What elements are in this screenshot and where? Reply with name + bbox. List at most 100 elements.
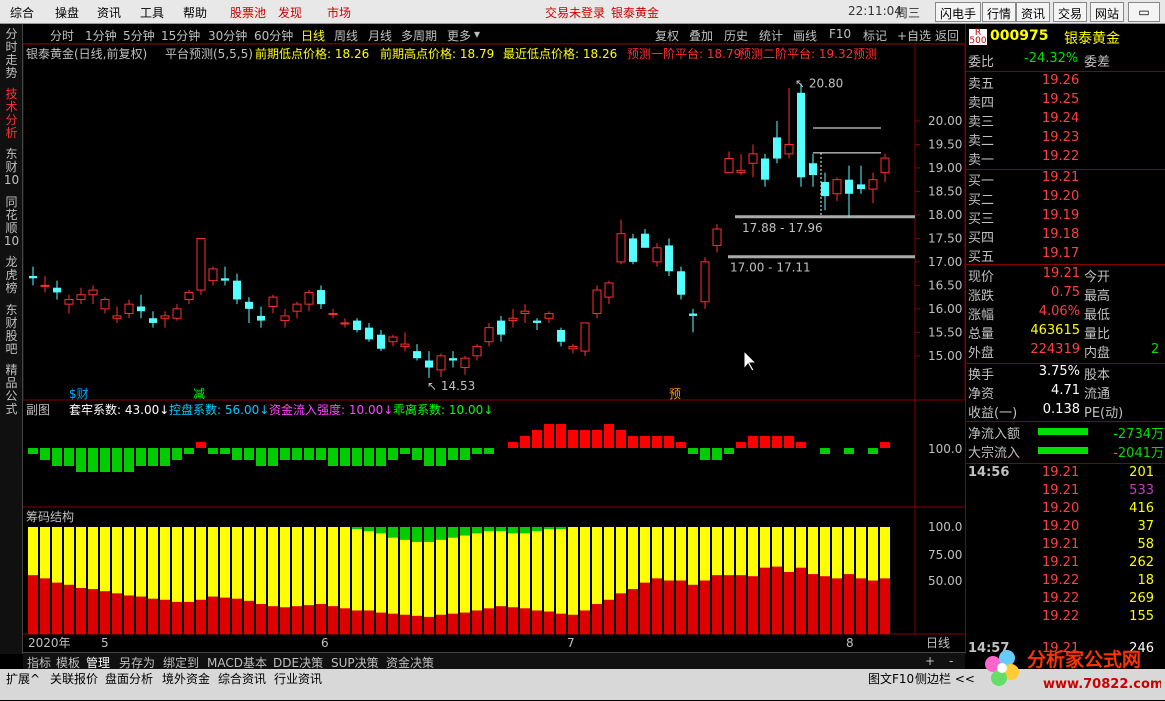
toolbar-f10[interactable]: F10	[829, 27, 851, 41]
menu-item-tools[interactable]: 工具	[140, 4, 164, 21]
chip-bar-green	[532, 527, 542, 532]
period-daily[interactable]: 日线	[301, 27, 325, 44]
stat-label-2: 最低	[1084, 308, 1111, 323]
menu-item-trading[interactable]: 操盘	[55, 4, 79, 21]
indicator-fields: 前期低点价格: 18.26 前期高点价格: 18.79 最近低点价格: 18.26 预…	[255, 46, 877, 61]
sub-bar	[472, 448, 482, 454]
chip-bar-red	[436, 614, 446, 634]
left-tab-bar: 分时走势 技术分析 东财10 同花顺10 龙虎榜 东财股吧 精品公式	[0, 24, 23, 654]
status-foreign-funds[interactable]: 境外资金	[162, 670, 210, 687]
candle-body	[292, 303, 302, 312]
chip-bar-red	[232, 598, 242, 634]
menu-item-overview[interactable]: 综合	[10, 4, 34, 21]
sub-chart-bars	[28, 424, 890, 472]
period-30min[interactable]: 30分钟	[208, 27, 247, 44]
period-monthly[interactable]: 月线	[368, 27, 392, 44]
zoom-out-button[interactable]: -	[949, 654, 953, 668]
menu-item-help[interactable]: 帮助	[183, 4, 207, 21]
chip-bar-green	[556, 527, 566, 530]
window-restore-icon[interactable]: ▭	[1128, 2, 1160, 22]
sub-bar	[52, 448, 62, 466]
status-expand[interactable]: 扩展^	[6, 670, 40, 687]
toolbar-add-watch[interactable]: +自选	[897, 27, 931, 44]
chip-bar-red	[520, 608, 530, 634]
status-market-analysis[interactable]: 盘面分析	[105, 670, 153, 687]
tab-dragon-tiger[interactable]: 龙虎榜	[2, 256, 21, 295]
tab-ths10[interactable]: 同花顺10	[2, 196, 21, 248]
candle-body	[797, 92, 805, 178]
market-menu[interactable]: 市场	[327, 4, 351, 21]
status-f10[interactable]: 图文F10	[868, 670, 914, 687]
status-general-news[interactable]: 综合资讯	[218, 670, 266, 687]
chip-bar-red	[304, 605, 314, 634]
candle-body	[184, 291, 194, 300]
period-timeshare[interactable]: 分时	[50, 27, 74, 44]
candle-body	[449, 358, 457, 361]
period-60min[interactable]: 60分钟	[254, 27, 293, 44]
y-tick-label: 15.50	[928, 325, 962, 339]
period-15min[interactable]: 15分钟	[161, 27, 200, 44]
indicator-field: 前期高点价格: 18.79	[380, 46, 494, 61]
chip-bar-red	[160, 599, 170, 634]
status-industry-news[interactable]: 行业资讯	[274, 670, 322, 687]
stat-label-2: 量比	[1084, 327, 1111, 342]
tab-timeshare[interactable]: 分时走势	[2, 28, 21, 80]
quote-button[interactable]: 行情	[982, 2, 1017, 22]
tab-eastmoney-forum[interactable]: 东财股吧	[2, 304, 21, 356]
candle-body	[257, 315, 265, 321]
toolbar-stats[interactable]: 统计	[759, 27, 783, 44]
chip-bar-green	[400, 527, 410, 540]
weibi-value: -24.32%	[1024, 51, 1079, 66]
sub-bar	[148, 448, 158, 466]
candle-body	[137, 306, 145, 312]
chip-bar-red	[328, 606, 338, 634]
sub-field: 套牢系数: 43.00↓	[69, 402, 169, 417]
stock-pool-menu[interactable]: 股票池	[230, 4, 266, 21]
site-logo: 分析家公式网 www.70822.com	[971, 640, 1164, 698]
discover-menu[interactable]: 发现	[278, 4, 302, 21]
toolbar-history[interactable]: 历史	[724, 27, 748, 44]
sub-bar	[568, 430, 578, 448]
period-weekly[interactable]: 周线	[334, 27, 358, 44]
website-button[interactable]: 网站	[1090, 2, 1125, 22]
candle-body	[328, 313, 338, 316]
toolbar-overlay[interactable]: 叠加	[689, 27, 713, 44]
toolbar-mark[interactable]: 标记	[863, 27, 887, 44]
tick-volume: 37	[1137, 519, 1154, 534]
indicator-field: 最近低点价格: 18.26	[503, 46, 617, 61]
chip-bar-red	[712, 575, 722, 634]
toolbar-fuquan[interactable]: 复权	[655, 27, 679, 44]
status-sidebar[interactable]: 侧边栏 <<	[915, 670, 975, 687]
chip-tick-100: 100.0	[928, 520, 962, 534]
zoom-in-button[interactable]: +	[925, 654, 935, 668]
chip-bar-green	[412, 527, 422, 542]
chevron-down-icon[interactable]: ▾	[474, 27, 480, 41]
y-tick-label: 16.00	[928, 302, 962, 316]
period-5min[interactable]: 5分钟	[123, 27, 155, 44]
tab-premium-formula[interactable]: 精品公式	[2, 364, 21, 416]
login-status: 交易未登录	[545, 6, 606, 20]
stat-value: 463615	[1030, 323, 1080, 338]
trade-button[interactable]: 交易	[1053, 2, 1088, 22]
flash-trade-button[interactable]: 闪电手	[935, 2, 982, 22]
menu-bar: 综合 操盘 资讯 工具 帮助 股票池 发现 市场 交易未登录 银泰黄金 22:1…	[0, 0, 1165, 24]
menu-item-info[interactable]: 资讯	[97, 4, 121, 21]
tab-technical-analysis[interactable]: 技术分析	[2, 88, 21, 140]
chip-bar-green	[544, 527, 554, 530]
tab-eastmoney10[interactable]: 东财10	[2, 148, 21, 187]
toolbar-draw[interactable]: 画线	[793, 27, 817, 44]
candle-body	[616, 233, 626, 263]
toolbar-back[interactable]: 返回	[935, 27, 959, 44]
period-1min[interactable]: 1分钟	[85, 27, 117, 44]
status-related-quotes[interactable]: 关联报价	[50, 670, 98, 687]
chip-bar-red	[736, 575, 746, 634]
news-button[interactable]: 资讯	[1016, 2, 1051, 22]
chip-bar-red	[244, 600, 254, 634]
chart-area[interactable]: 银泰黄金(日线,前复权) 平台预测(5,5,5) 前期低点价格: 18.26 前期…	[23, 44, 965, 652]
chip-bar-red	[148, 598, 158, 634]
chip-bar-red	[628, 589, 638, 634]
sub-bar	[400, 448, 410, 454]
period-more[interactable]: 更多	[447, 27, 471, 44]
chip-bar-red	[184, 601, 194, 634]
period-multi[interactable]: 多周期	[401, 27, 437, 44]
